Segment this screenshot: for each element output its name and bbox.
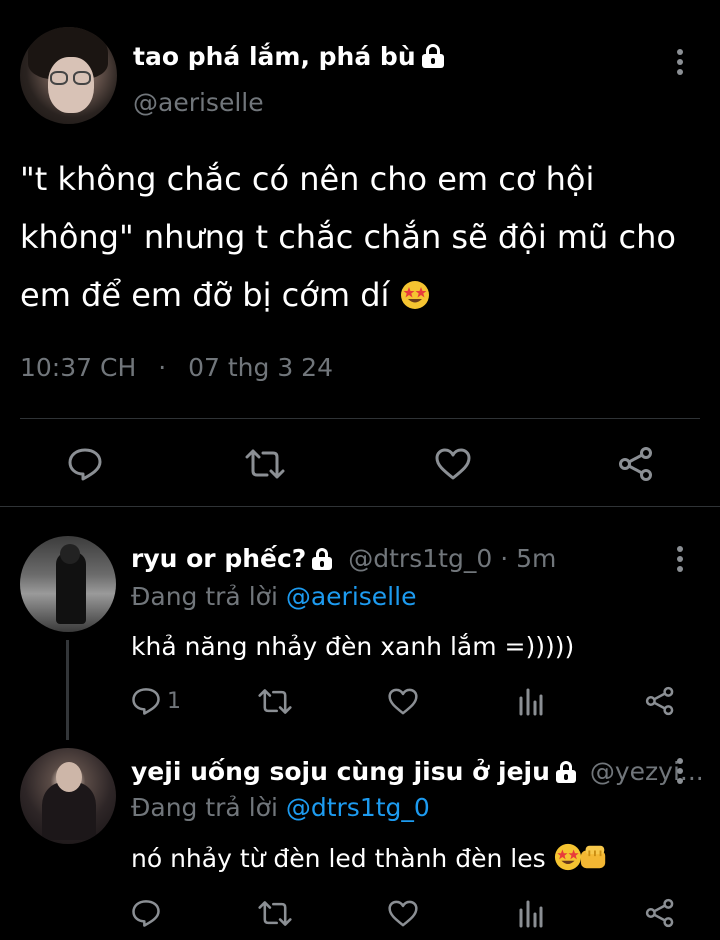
author-handle[interactable]: @aeriselle: [133, 88, 264, 117]
like-button[interactable]: [435, 448, 471, 480]
reply-time: 5m: [516, 544, 557, 573]
like-icon: [388, 900, 418, 927]
retweet-button[interactable]: [258, 899, 292, 928]
share-icon: [645, 898, 674, 928]
reply-author[interactable]: ryu or phếc? @dtrs1tg_0 · 5m: [131, 544, 556, 573]
reply-button[interactable]: 1: [131, 686, 181, 716]
retweet-button[interactable]: [258, 687, 292, 716]
reply-button[interactable]: [67, 447, 103, 481]
replying-prefix: Đang trả lời: [131, 582, 278, 611]
analytics-button[interactable]: [518, 898, 544, 928]
author-name[interactable]: tao phá lắm, phá bù: [133, 42, 444, 71]
divider: [20, 418, 700, 419]
reply-text: nó nhảy từ đèn led thành đèn les: [131, 843, 610, 873]
lock-icon: [312, 548, 333, 570]
reply-button[interactable]: [131, 898, 161, 928]
replying-prefix: Đang trả lời: [131, 793, 278, 822]
reply-text-content: nó nhảy từ đèn led thành đèn les: [131, 844, 546, 873]
share-icon: [619, 447, 652, 481]
replying-to-link[interactable]: @dtrs1tg_0: [286, 793, 430, 822]
analytics-icon: [519, 900, 543, 928]
retweet-button[interactable]: [245, 447, 285, 481]
separator-dot: ·: [158, 353, 167, 382]
reply-icon: [68, 448, 102, 481]
tweet-text: "t không chắc có nên cho em cơ hội không…: [20, 150, 710, 324]
like-icon: [388, 688, 418, 715]
author-handle[interactable]: @dtrs1tg_0: [348, 544, 492, 573]
more-options-icon[interactable]: [677, 758, 683, 784]
share-button[interactable]: [618, 446, 654, 482]
analytics-button[interactable]: [518, 686, 544, 716]
lock-icon: [555, 761, 576, 783]
avatar[interactable]: [20, 536, 116, 632]
fist-bump-emoji: [580, 845, 605, 869]
retweet-icon: [258, 901, 292, 926]
reply-icon: [132, 900, 160, 927]
replying-to: Đang trả lời @aeriselle: [131, 582, 416, 611]
tweet-time: 10:37 CH: [20, 353, 137, 382]
like-button[interactable]: [388, 688, 418, 715]
replying-to: Đang trả lời @dtrs1tg_0: [131, 793, 430, 822]
author-handle[interactable]: @yezyi...: [590, 757, 704, 786]
display-name[interactable]: ryu or phếc?: [131, 544, 306, 573]
tweet-timestamp[interactable]: 10:37 CH · 07 thg 3 24: [20, 353, 333, 382]
more-options-icon[interactable]: [677, 49, 683, 75]
avatar[interactable]: [20, 748, 116, 844]
tweet-text-content: "t không chắc có nên cho em cơ hội không…: [20, 160, 676, 314]
retweet-icon: [258, 689, 292, 714]
reply-icon: [132, 688, 160, 715]
main-tweet: tao phá lắm, phá bù @aeriselle "t không …: [0, 0, 720, 507]
reply-count: 1: [167, 688, 181, 714]
share-button[interactable]: [645, 898, 675, 928]
like-button[interactable]: [388, 900, 418, 927]
more-options-icon[interactable]: [677, 546, 683, 572]
like-icon: [435, 448, 471, 480]
thread-line: [66, 640, 69, 740]
lock-icon: [421, 44, 444, 68]
display-name[interactable]: tao phá lắm, phá bù: [133, 42, 416, 71]
share-icon: [645, 686, 674, 716]
separator-dot: ·: [500, 544, 509, 573]
tweet-date: 07 thg 3 24: [188, 353, 333, 382]
star-struck-emoji: [400, 281, 429, 309]
reply-text: khả năng nhảy đèn xanh lắm =))))): [131, 632, 575, 661]
avatar[interactable]: [20, 27, 117, 124]
share-button[interactable]: [645, 686, 675, 716]
display-name[interactable]: yeji uống soju cùng jisu ở jeju: [131, 757, 550, 786]
replying-to-link[interactable]: @aeriselle: [286, 582, 417, 611]
reply-author[interactable]: yeji uống soju cùng jisu ở jeju @yezyi..…: [131, 757, 704, 786]
analytics-icon: [519, 688, 543, 716]
retweet-icon: [245, 449, 285, 479]
